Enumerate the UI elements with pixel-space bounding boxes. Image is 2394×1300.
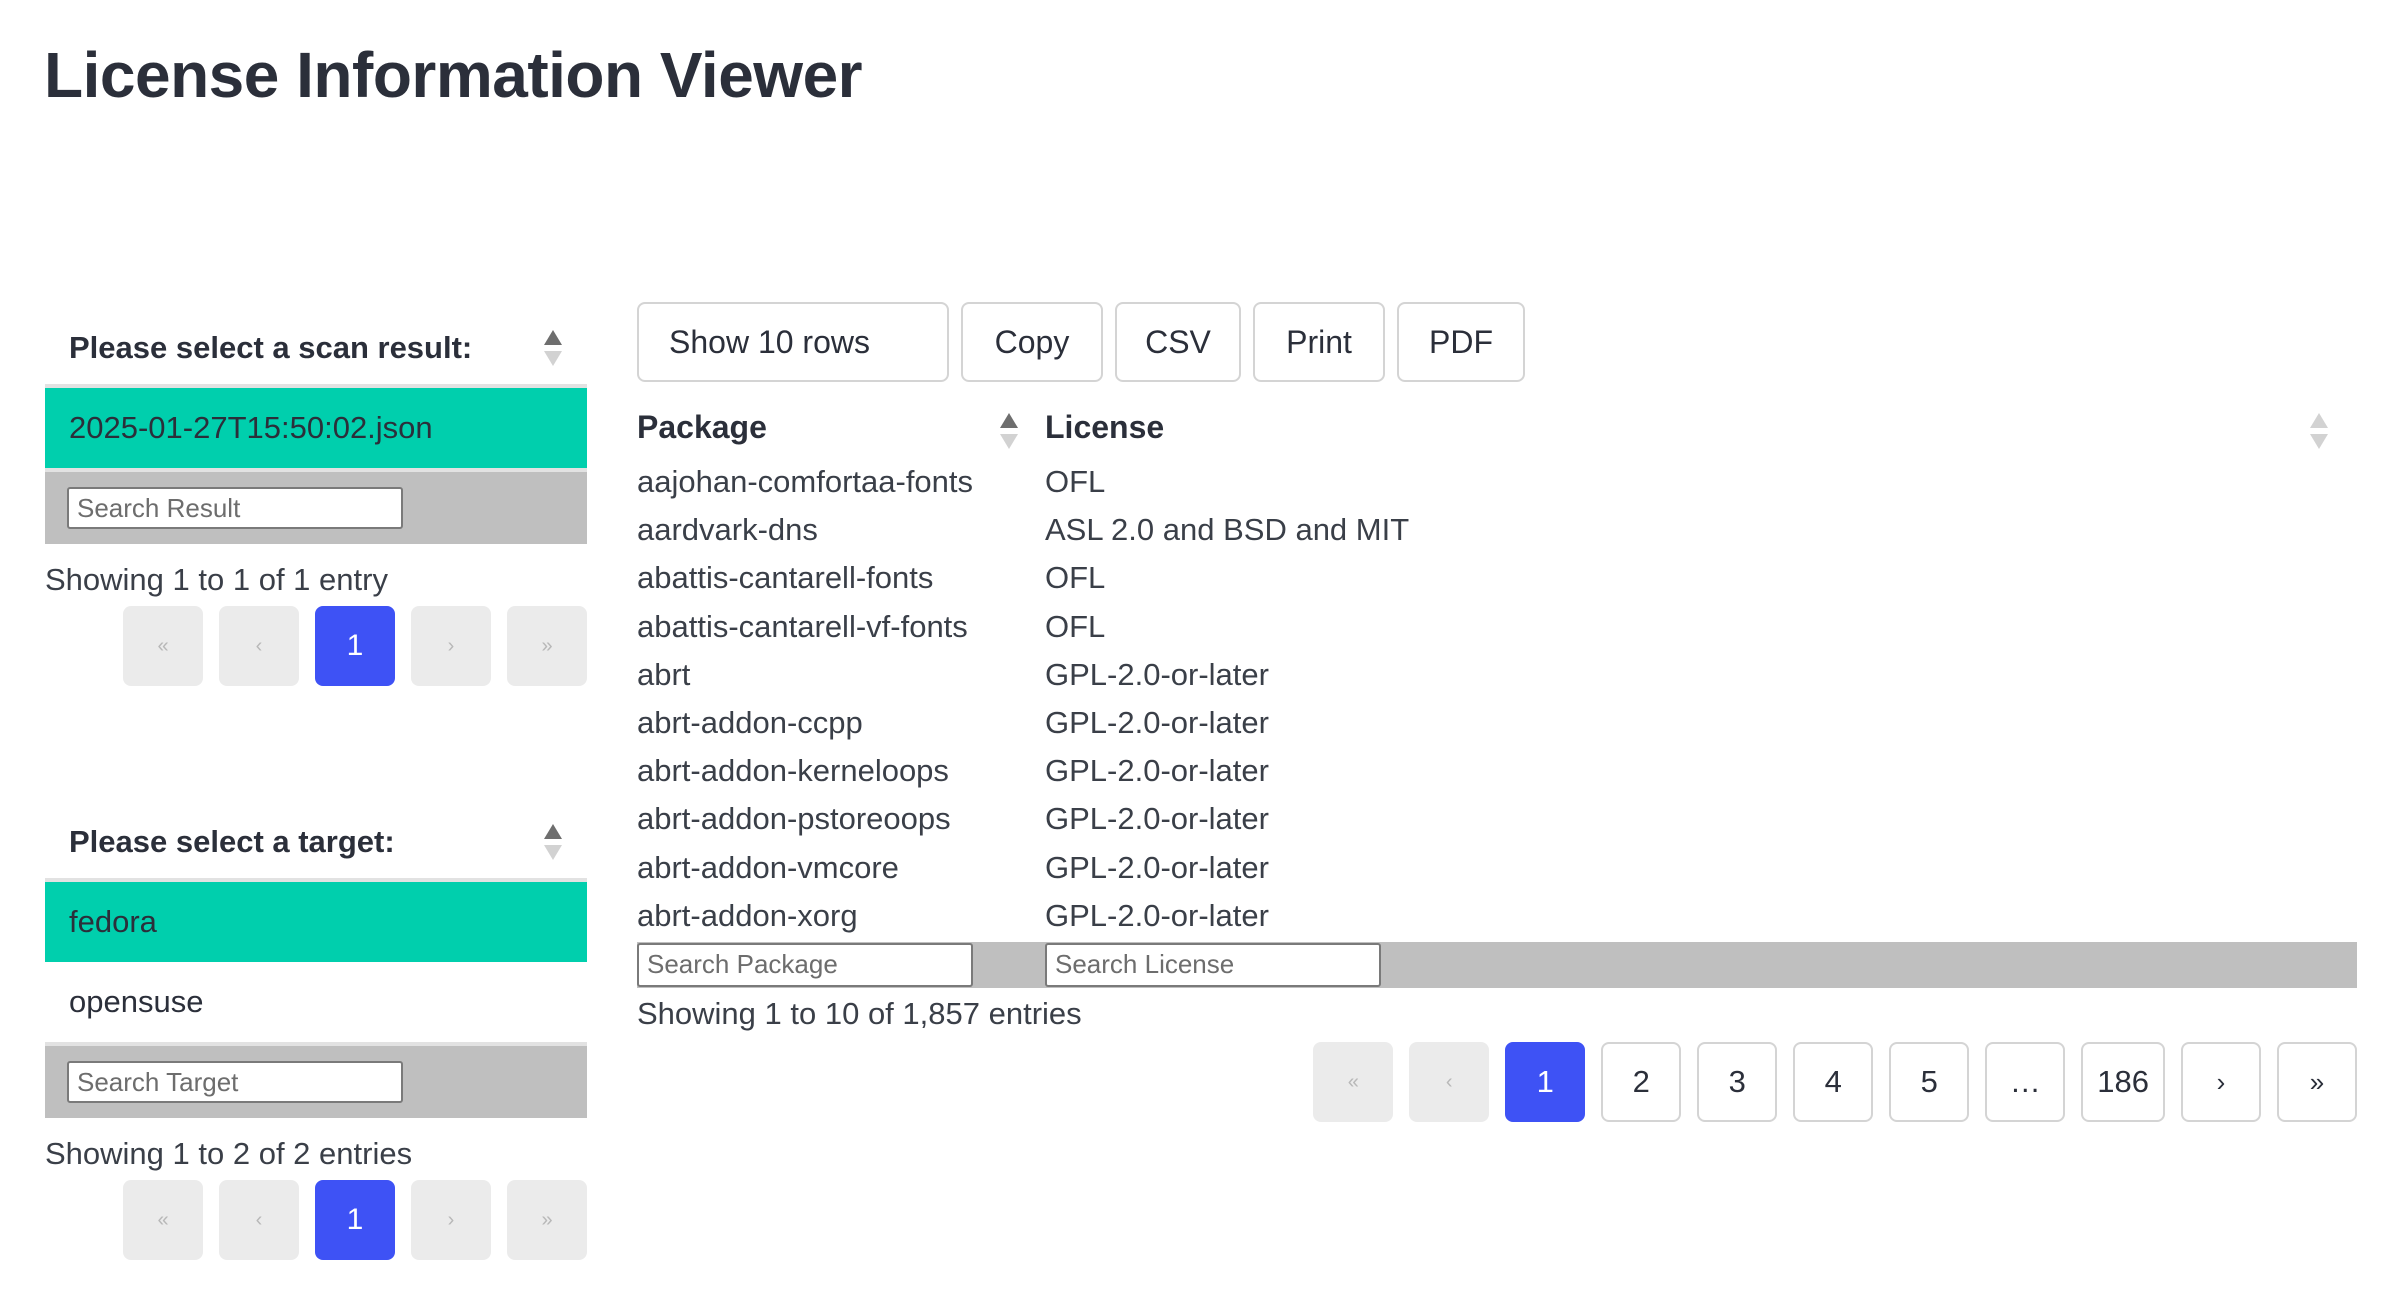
page-3-button[interactable]: 3	[1697, 1042, 1778, 1122]
scan-result-search-bar	[45, 468, 587, 544]
table-toolbar: Show 10 rows Copy CSV Print PDF	[637, 302, 1525, 382]
next-page-button[interactable]: ›	[411, 606, 491, 686]
show-rows-button[interactable]: Show 10 rows	[637, 302, 949, 382]
search-target-input[interactable]	[67, 1061, 403, 1103]
last-page-button[interactable]: »	[2277, 1042, 2357, 1122]
table-row: abrt GPL-2.0-or-later	[637, 653, 2357, 701]
page-1-button[interactable]: 1	[1505, 1042, 1586, 1122]
table-row: abrt-addon-xorg GPL-2.0-or-later	[637, 894, 2357, 942]
target-item-opensuse[interactable]: opensuse	[45, 962, 587, 1042]
package-cell: abrt-addon-pstoreoops	[637, 801, 951, 837]
target-info: Showing 1 to 2 of 2 entries	[45, 1136, 413, 1171]
target-pager: « ‹ 1 › »	[45, 1180, 587, 1260]
license-cell: ASL 2.0 and BSD and MIT	[1045, 512, 1410, 548]
ellipsis-button[interactable]: …	[1985, 1042, 2066, 1122]
package-cell: abattis-cantarell-vf-fonts	[637, 608, 968, 644]
prev-page-button[interactable]: ‹	[1409, 1042, 1490, 1122]
sort-arrows-icon[interactable]	[543, 824, 563, 860]
scan-result-header-label: Please select a scan result:	[69, 330, 473, 365]
prev-page-button[interactable]: ‹	[219, 606, 299, 686]
table-search-bar	[637, 941, 2357, 988]
search-package-input[interactable]	[637, 942, 973, 987]
copy-button[interactable]: Copy	[961, 302, 1103, 382]
license-cell: GPL-2.0-or-later	[1045, 656, 1269, 692]
package-cell: abrt	[637, 656, 691, 692]
search-result-input[interactable]	[67, 487, 403, 529]
sort-arrows-icon[interactable]	[543, 330, 563, 366]
table-row: aajohan-comfortaa-fonts OFL	[637, 460, 2357, 508]
target-search-bar	[45, 1042, 587, 1118]
target-item-fedora[interactable]: fedora	[45, 882, 587, 962]
license-cell: OFL	[1045, 608, 1106, 644]
package-cell: abrt-addon-ccpp	[637, 704, 863, 740]
page-1-button[interactable]: 1	[315, 1180, 395, 1260]
scan-result-pager: « ‹ 1 › »	[45, 606, 587, 686]
next-page-button[interactable]: ›	[2181, 1042, 2261, 1122]
package-cell: abattis-cantarell-fonts	[637, 560, 934, 596]
table-row: abattis-cantarell-vf-fonts OFL	[637, 605, 2357, 653]
table-row: abrt-addon-pstoreoops GPL-2.0-or-later	[637, 797, 2357, 845]
last-page-button[interactable]: »	[507, 606, 587, 686]
sort-arrows-icon[interactable]	[2309, 413, 2329, 449]
target-header-label: Please select a target:	[69, 824, 395, 859]
target-header[interactable]: Please select a target:	[45, 806, 587, 878]
table-info: Showing 1 to 10 of 1,857 entries	[637, 996, 1082, 1031]
scan-result-info: Showing 1 to 1 of 1 entry	[45, 562, 388, 597]
sort-arrows-icon[interactable]	[999, 413, 1019, 449]
target-item-label: fedora	[69, 904, 157, 939]
license-cell: OFL	[1045, 560, 1106, 596]
package-cell: aajohan-comfortaa-fonts	[637, 464, 974, 499]
scan-result-header[interactable]: Please select a scan result:	[45, 312, 587, 384]
table-row: abrt-addon-vmcore GPL-2.0-or-later	[637, 846, 2357, 894]
first-page-button[interactable]: «	[123, 606, 203, 686]
scan-result-item-label: 2025-01-27T15:50:02.json	[69, 410, 433, 445]
page-186-button[interactable]: 186	[2081, 1042, 2165, 1122]
scan-result-item[interactable]: 2025-01-27T15:50:02.json	[45, 388, 587, 468]
page-2-button[interactable]: 2	[1601, 1042, 1682, 1122]
column-header-package[interactable]: Package	[637, 409, 767, 446]
table-row: abattis-cantarell-fonts OFL	[637, 556, 2357, 604]
table-body: aajohan-comfortaa-fonts OFL aardvark-dns AS…	[637, 460, 2357, 942]
license-cell: GPL-2.0-or-later	[1045, 801, 1269, 837]
page-1-button[interactable]: 1	[315, 606, 395, 686]
page-title: License Information Viewer	[44, 39, 863, 111]
first-page-button[interactable]: «	[1313, 1042, 1394, 1122]
package-cell: abrt-addon-vmcore	[637, 849, 899, 885]
page-5-button[interactable]: 5	[1889, 1042, 1970, 1122]
column-header-license[interactable]: License	[1045, 409, 1164, 446]
scan-result-panel: Please select a scan result: 2025-01-27T…	[45, 312, 587, 686]
first-page-button[interactable]: «	[123, 1180, 203, 1260]
target-item-label: opensuse	[69, 984, 204, 1019]
package-cell: aardvark-dns	[637, 512, 818, 548]
csv-button[interactable]: CSV	[1115, 302, 1241, 382]
table-header-row: Package License	[637, 405, 2357, 460]
license-cell: GPL-2.0-or-later	[1045, 753, 1269, 789]
license-cell: GPL-2.0-or-later	[1045, 849, 1269, 885]
license-table: Package License aajohan-comfortaa-fonts O…	[637, 405, 2357, 988]
license-cell: GPL-2.0-or-later	[1045, 897, 1269, 933]
last-page-button[interactable]: »	[507, 1180, 587, 1260]
table-pager: « ‹ 1 2 3 4 5 … 186 › »	[1313, 1042, 2357, 1122]
page-4-button[interactable]: 4	[1793, 1042, 1874, 1122]
print-button[interactable]: Print	[1253, 302, 1385, 382]
table-row: abrt-addon-ccpp GPL-2.0-or-later	[637, 701, 2357, 749]
search-license-input[interactable]	[1045, 942, 1381, 987]
license-cell: OFL	[1045, 464, 1106, 499]
table-row: abrt-addon-kerneloops GPL-2.0-or-later	[637, 749, 2357, 797]
pdf-button[interactable]: PDF	[1397, 302, 1525, 382]
package-cell: abrt-addon-kerneloops	[637, 753, 949, 789]
table-row: aardvark-dns ASL 2.0 and BSD and MIT	[637, 508, 2357, 556]
license-cell: GPL-2.0-or-later	[1045, 704, 1269, 740]
package-cell: abrt-addon-xorg	[637, 897, 858, 933]
target-panel: Please select a target: fedora opensuse …	[45, 806, 587, 1260]
next-page-button[interactable]: ›	[411, 1180, 491, 1260]
prev-page-button[interactable]: ‹	[219, 1180, 299, 1260]
